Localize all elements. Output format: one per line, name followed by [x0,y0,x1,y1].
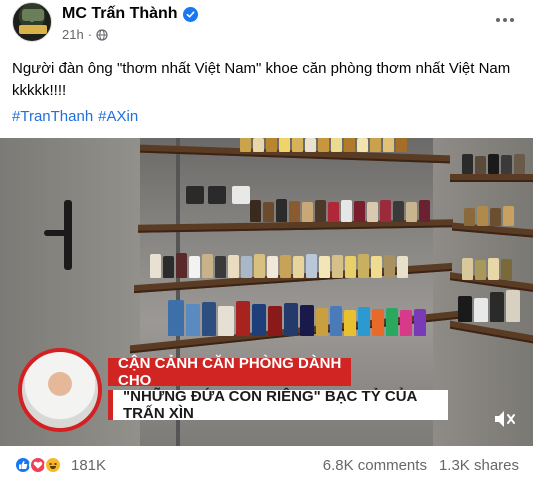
perfume-row [240,138,407,152]
page-name[interactable]: MC Trấn Thành [62,5,178,23]
shelf [450,174,533,182]
perfume-row [462,150,525,174]
reaction-icons[interactable] [14,456,62,474]
perfume-row [458,286,520,322]
engagement-stats: 6.8K comments 1.3K shares [323,457,519,474]
reactions-bar: 181K 6.8K comments 1.3K shares [0,446,533,484]
caption-avatar [18,348,102,432]
perfume-row [150,250,408,278]
wall-switch [232,186,250,204]
shares-count[interactable]: 1.3K shares [439,457,519,474]
hashtag-tranthanh[interactable]: #TranThanh [12,106,93,128]
door-lever [44,230,70,236]
post-time[interactable]: 21h [62,27,84,42]
avatar[interactable] [12,2,52,42]
verified-icon [182,6,198,22]
perfume-row [250,196,430,222]
post-meta: 21h · [62,27,108,42]
perfume-row [464,204,514,226]
name-row: MC Trấn Thành [62,5,198,23]
reactions-count[interactable]: 181K [71,457,106,474]
video-player[interactable]: CẬN CẢNH CĂN PHÒNG DÀNH CHO "NHỮNG ĐỨA C… [0,138,533,446]
perfume-row [462,254,512,280]
haha-icon [44,456,62,474]
caption-line-2: "NHỮNG ĐỨA CON RIÊNG" BẠC TỶ CỦA TRẤN XÌ… [108,388,448,422]
wall-switch [208,186,226,204]
mute-icon[interactable] [493,408,517,430]
globe-icon [96,28,108,41]
meta-separator: · [87,27,93,42]
post-text: Người đàn ông "thơm nhất Việt Nam" khoe … [12,60,511,99]
comments-count[interactable]: 6.8K comments [323,457,427,474]
hashtags: #TranThanh #AXin [12,106,138,128]
wall-switch [186,186,204,204]
perfume-row [168,296,426,336]
more-icon[interactable] [491,10,519,30]
hashtag-axin[interactable]: #AXin [98,106,138,128]
caption-line-1: CẬN CẢNH CĂN PHÒNG DÀNH CHO [108,355,351,389]
post-header: MC Trấn Thành 21h · [0,0,533,48]
